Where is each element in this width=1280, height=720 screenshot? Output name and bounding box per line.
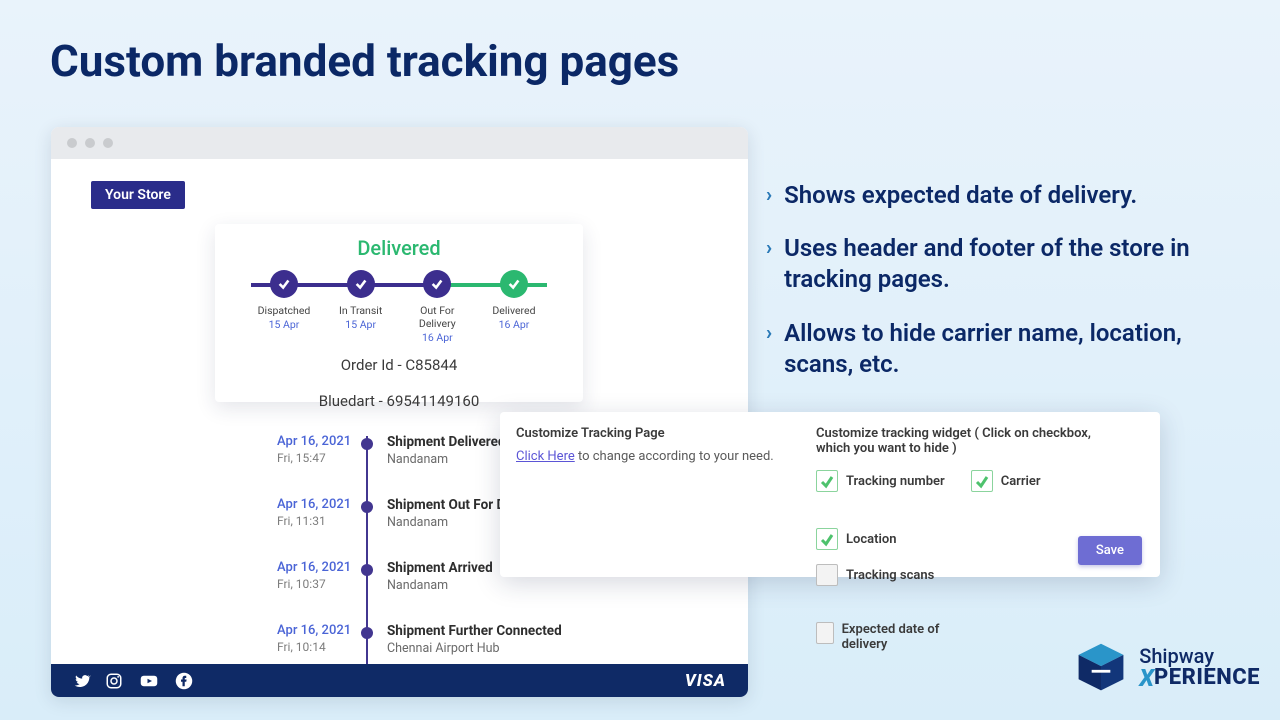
checkbox-location[interactable]: Location: [816, 528, 897, 550]
checkmark-icon: [270, 270, 298, 298]
timeline-dot-icon: [361, 501, 373, 513]
step-date: 15 Apr: [249, 318, 319, 331]
checkbox-tracking-number[interactable]: Tracking number: [816, 470, 945, 492]
timeline-item: Apr 16, 2021 Fri, 10:14 Shipment Further…: [277, 623, 728, 656]
cube-icon: [1073, 640, 1129, 696]
checkbox-carrier[interactable]: Carrier: [971, 470, 1041, 492]
timeline-time: Fri, 10:14: [277, 640, 357, 654]
logo-text-shipway: Shipway: [1139, 646, 1260, 666]
shipway-xperience-logo: Shipway XPERIENCE: [1073, 640, 1260, 696]
timeline-date: Apr 16, 2021: [277, 497, 357, 512]
step-label: In Transit: [326, 304, 396, 317]
traffic-light-dot: [85, 138, 95, 148]
checkmark-icon: [423, 270, 451, 298]
progress-step: Delivered 16 Apr: [479, 270, 549, 344]
logo-x: X: [1139, 666, 1154, 690]
step-date: 16 Apr: [479, 318, 549, 331]
timeline-location: Chennai Airport Hub: [387, 641, 728, 656]
checkbox-label: Carrier: [1001, 474, 1041, 489]
save-button[interactable]: Save: [1078, 536, 1142, 565]
customize-widget-section: Customize tracking widget ( Click on che…: [816, 426, 1142, 565]
checkbox-icon: [816, 470, 838, 492]
checkbox-icon: [816, 564, 838, 586]
bullet-item: › Allows to hide carrier name, location,…: [766, 318, 1240, 380]
feature-bullets: › Shows expected date of delivery. › Use…: [766, 180, 1240, 402]
traffic-light-dot: [67, 138, 77, 148]
step-label: Delivered: [479, 304, 549, 317]
checkbox-icon: [816, 528, 838, 550]
checkmark-icon: [500, 270, 528, 298]
status-title: Delivered: [231, 236, 567, 260]
timeline-timestamp: Apr 16, 2021 Fri, 10:37: [277, 560, 357, 591]
progress-step: Out For Delivery 16 Apr: [402, 270, 472, 344]
logo-perience: PERIENCE: [1154, 667, 1260, 689]
chevron-right-icon: ›: [766, 318, 772, 346]
logo-text-xperience: XPERIENCE: [1139, 666, 1260, 690]
checkbox-expected-delivery[interactable]: Expected date of delivery: [816, 622, 956, 652]
checkbox-label: Expected date of delivery: [842, 622, 956, 652]
checkbox-label: Location: [846, 532, 897, 547]
bullet-text: Allows to hide carrier name, location, s…: [784, 318, 1240, 380]
checkmark-icon: [347, 270, 375, 298]
timeline-date: Apr 16, 2021: [277, 560, 357, 575]
progress-steps: Dispatched 15 Apr In Transit 15 Apr Out …: [249, 270, 549, 344]
checkbox-tracking-scans[interactable]: Tracking scans: [816, 564, 934, 586]
store-footer: VISA: [51, 664, 748, 697]
timeline-location: Nandanam: [387, 578, 728, 593]
customize-page-heading: Customize Tracking Page: [516, 426, 816, 441]
step-label: Dispatched: [249, 304, 319, 317]
bullet-item: › Shows expected date of delivery.: [766, 180, 1240, 211]
bullet-text: Shows expected date of delivery.: [784, 180, 1137, 211]
customize-widget-heading: Customize tracking widget ( Click on che…: [816, 426, 1116, 456]
order-id: Order Id - C85844: [231, 356, 567, 374]
customize-page-link-suffix: to change according to your need.: [575, 449, 774, 464]
social-icons: [73, 672, 193, 690]
timeline-timestamp: Apr 16, 2021 Fri, 10:14: [277, 623, 357, 654]
step-label: Out For Delivery: [402, 304, 472, 330]
tracking-status-card: Delivered Dispatched 15 Apr In Transit 1…: [215, 224, 583, 402]
customize-page-section: Customize Tracking Page Click Here to ch…: [516, 426, 816, 565]
click-here-link[interactable]: Click Here: [516, 449, 575, 464]
timeline-timestamp: Apr 16, 2021 Fri, 11:31: [277, 497, 357, 528]
progress-step: In Transit 15 Apr: [326, 270, 396, 344]
timeline-title: Shipment Further Connected: [387, 623, 728, 639]
bullet-item: › Uses header and footer of the store in…: [766, 233, 1240, 295]
chevron-right-icon: ›: [766, 233, 772, 261]
facebook-icon[interactable]: [175, 672, 193, 690]
browser-titlebar: [51, 127, 748, 159]
customize-tracking-panel: Customize Tracking Page Click Here to ch…: [500, 412, 1160, 577]
timeline-dot-icon: [361, 564, 373, 576]
traffic-light-dot: [103, 138, 113, 148]
carrier-tracking-number: Bluedart - 69541149160: [231, 392, 567, 410]
customize-page-link-line: Click Here to change according to your n…: [516, 449, 816, 464]
visa-logo: VISA: [685, 671, 726, 691]
instagram-icon[interactable]: [105, 672, 123, 690]
checkbox-row: Tracking scans Expected date of delivery: [816, 564, 1096, 662]
checkbox-icon: [971, 470, 993, 492]
twitter-icon[interactable]: [73, 672, 91, 690]
youtube-icon[interactable]: [137, 672, 161, 690]
store-badge: Your Store: [91, 181, 185, 209]
checkbox-label: Tracking scans: [846, 568, 934, 583]
step-date: 15 Apr: [326, 318, 396, 331]
timeline-dot-icon: [361, 627, 373, 639]
timeline-time: Fri, 11:31: [277, 514, 357, 528]
timeline-time: Fri, 15:47: [277, 451, 357, 465]
step-date: 16 Apr: [402, 331, 472, 344]
timeline-date: Apr 16, 2021: [277, 623, 357, 638]
bullet-text: Uses header and footer of the store in t…: [784, 233, 1240, 295]
checkbox-label: Tracking number: [846, 474, 945, 489]
chevron-right-icon: ›: [766, 180, 772, 208]
checkbox-icon: [816, 622, 834, 644]
timeline-dot-icon: [361, 438, 373, 450]
page-title: Custom branded tracking pages: [50, 35, 679, 87]
timeline-time: Fri, 10:37: [277, 577, 357, 591]
progress-step: Dispatched 15 Apr: [249, 270, 319, 344]
timeline-date: Apr 16, 2021: [277, 434, 357, 449]
timeline-timestamp: Apr 16, 2021 Fri, 15:47: [277, 434, 357, 465]
